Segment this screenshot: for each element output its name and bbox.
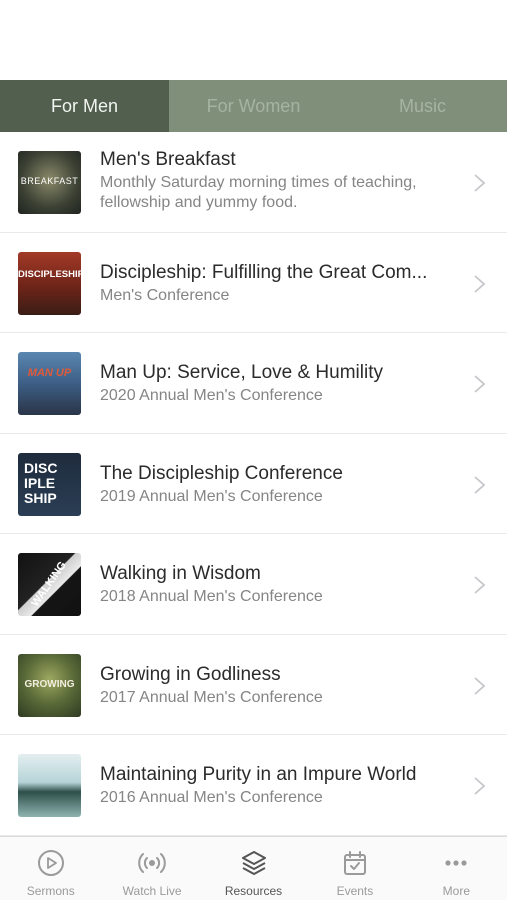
list-item[interactable]: DISC IPLE SHIP The Discipleship Conferen…	[0, 434, 507, 534]
thumbnail-man-up: MAN UP	[18, 352, 81, 415]
more-dots-icon	[445, 860, 467, 866]
thumbnail-text: WALKING	[29, 559, 69, 609]
tab-for-men[interactable]: For Men	[0, 80, 169, 132]
thumbnail-purity	[18, 754, 81, 817]
tabbar-sermons[interactable]: Sermons	[0, 837, 101, 900]
item-subtitle: 2017 Annual Men's Conference	[100, 688, 323, 706]
list-item[interactable]: BREAKFAST Men's Breakfast Monthly Saturd…	[0, 132, 507, 233]
tabbar-label: Resources	[224, 884, 283, 898]
thumbnail-breakfast: BREAKFAST	[18, 151, 81, 214]
thumbnail-text: MAN UP	[27, 367, 72, 379]
item-title: The Discipleship Conference	[100, 462, 343, 484]
tabbar-label: Watch Live	[122, 884, 182, 898]
thumbnail-growing: GROWING	[18, 653, 81, 717]
tab-music[interactable]: Music	[338, 80, 507, 132]
play-circle-icon	[37, 850, 64, 876]
thumbnail-text: DISCIPLESHIP	[18, 268, 81, 280]
bottom-tab-bar: Sermons Watch Live Resources Events More	[0, 836, 507, 900]
list-item[interactable]: WALKING Walking in Wisdom 2018 Annual Me…	[0, 534, 507, 635]
broadcast-icon	[138, 853, 166, 873]
list-item[interactable]: Maintaining Purity in an Impure World 20…	[0, 735, 507, 836]
item-subtitle: 2019 Annual Men's Conference	[100, 487, 323, 505]
tabbar-events[interactable]: Events	[304, 837, 405, 900]
segment-tabs: For Men For Women Music	[0, 80, 507, 132]
tabbar-resources[interactable]: Resources	[203, 837, 304, 900]
list-item[interactable]: GROWING Growing in Godliness 2017 Annual…	[0, 635, 507, 735]
list-item[interactable]: DISCIPLESHIP Discipleship: Fulfilling th…	[0, 233, 507, 333]
thumbnail-discipleship: DISCIPLESHIP	[18, 251, 81, 315]
chevron-right-icon	[474, 174, 485, 192]
tab-for-women[interactable]: For Women	[169, 80, 338, 132]
tabbar-label: Sermons	[26, 884, 75, 898]
chevron-right-icon	[474, 475, 485, 494]
item-title: Maintaining Purity in an Impure World	[100, 764, 417, 785]
item-title: Growing in Godliness	[100, 663, 281, 685]
chevron-right-icon	[474, 576, 485, 594]
chevron-right-icon	[474, 777, 485, 795]
item-title: Men's Breakfast	[100, 149, 236, 170]
chevron-right-icon	[474, 676, 485, 695]
calendar-icon	[343, 851, 366, 875]
item-subtitle: Monthly Saturday morning times of teachi…	[100, 174, 417, 211]
item-title: Discipleship: Fulfilling the Great Com..…	[100, 261, 428, 283]
thumbnail-discipleship-conference: DISC IPLE SHIP	[18, 452, 81, 516]
item-subtitle: 2018 Annual Men's Conference	[100, 588, 323, 605]
thumbnail-text: DISC IPLE SHIP	[24, 459, 58, 506]
layers-icon	[241, 851, 266, 875]
item-subtitle: Men's Conference	[100, 286, 230, 304]
chevron-right-icon	[474, 375, 485, 393]
item-title: Man Up: Service, Love & Humility	[100, 362, 383, 383]
resource-list: BREAKFAST Men's Breakfast Monthly Saturd…	[0, 132, 507, 836]
item-title: Walking in Wisdom	[100, 563, 261, 584]
status-bar	[0, 0, 507, 80]
tabbar-more[interactable]: More	[406, 837, 507, 900]
item-subtitle: 2016 Annual Men's Conference	[100, 789, 323, 806]
thumbnail-text: BREAKFAST	[20, 176, 79, 186]
tabbar-watch-live[interactable]: Watch Live	[101, 837, 202, 900]
tabbar-label: Events	[336, 884, 374, 898]
item-subtitle: 2020 Annual Men's Conference	[100, 387, 323, 404]
thumbnail-walking: WALKING	[18, 553, 81, 616]
chevron-right-icon	[474, 274, 485, 293]
tabbar-label: More	[442, 884, 470, 898]
list-item[interactable]: MAN UP Man Up: Service, Love & Humility …	[0, 333, 507, 434]
thumbnail-text: GROWING	[24, 678, 75, 690]
